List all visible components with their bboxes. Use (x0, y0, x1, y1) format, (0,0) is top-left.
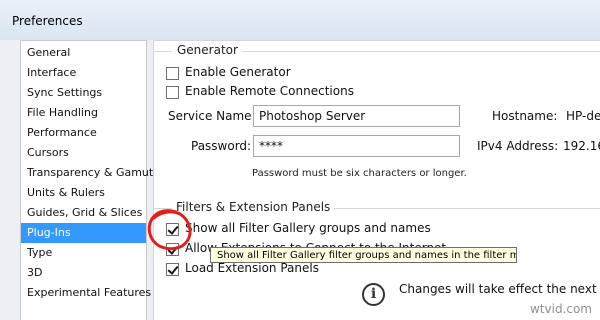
sidebar-item-experimental-features[interactable]: Experimental Features (21, 283, 151, 303)
watermark: wtvid.com (529, 302, 592, 316)
load-extension-panels-label: Load Extension Panels (185, 261, 319, 275)
sidebar-item-type[interactable]: Type (21, 243, 146, 263)
hostname-value: HP-des (566, 109, 600, 123)
load-extension-panels-checkbox[interactable] (166, 263, 179, 276)
show-filter-gallery-label: Show all Filter Gallery groups and names (185, 221, 431, 235)
info-icon: i (362, 283, 385, 306)
sidebar-item-file-handling[interactable]: File Handling (21, 103, 146, 123)
sidebar-item-sync-settings[interactable]: Sync Settings (21, 83, 146, 103)
password-label: Password: (191, 139, 252, 153)
generator-group-title: Generator (173, 43, 242, 57)
sidebar-item-transparency-gamut[interactable]: Transparency & Gamut (21, 163, 153, 183)
ipv4-value: 192.16 (563, 139, 600, 153)
hostname-label: Hostname: (492, 109, 558, 123)
preferences-sidebar: General Interface Sync Settings File Han… (20, 40, 153, 320)
show-filter-gallery-checkbox[interactable] (166, 223, 179, 236)
enable-generator-label: Enable Generator (185, 65, 291, 79)
sidebar-item-general[interactable]: General (21, 43, 146, 63)
ipv4-label: IPv4 Address: (477, 139, 559, 153)
sidebar-item-3d[interactable]: 3D (21, 263, 146, 283)
sidebar-item-units-rulers[interactable]: Units & Rulers (21, 183, 146, 203)
sidebar-item-interface[interactable]: Interface (21, 63, 146, 83)
window-title: Preferences (12, 14, 83, 28)
filter-gallery-tooltip: Show all Filter Gallery filter groups an… (210, 247, 517, 263)
filters-group-title: Filters & Extension Panels (172, 200, 335, 214)
sidebar-item-guides-grid-slices[interactable]: Guides, Grid & Slices (21, 203, 146, 223)
group-divider (242, 51, 600, 52)
password-hint: Password must be six characters or longe… (252, 168, 467, 179)
sidebar-item-cursors[interactable]: Cursors (21, 143, 146, 163)
service-name-label: Service Name: (168, 109, 256, 123)
password-input[interactable] (253, 135, 460, 157)
service-name-input[interactable] (253, 105, 460, 127)
restart-notice: Changes will take effect the next tim (399, 282, 600, 296)
enable-generator-checkbox[interactable] (166, 67, 179, 80)
enable-remote-checkbox[interactable] (166, 86, 179, 99)
group-divider (154, 51, 172, 52)
allow-extensions-checkbox[interactable] (166, 243, 179, 256)
enable-remote-label: Enable Remote Connections (185, 84, 354, 98)
title-bar: Preferences (0, 0, 600, 41)
plug-ins-panel: Generator Enable Generator Enable Remote… (153, 40, 600, 320)
group-divider (330, 208, 600, 209)
sidebar-item-performance[interactable]: Performance (21, 123, 146, 143)
group-divider (154, 208, 172, 209)
sidebar-item-plug-ins[interactable]: Plug-Ins (21, 223, 146, 243)
